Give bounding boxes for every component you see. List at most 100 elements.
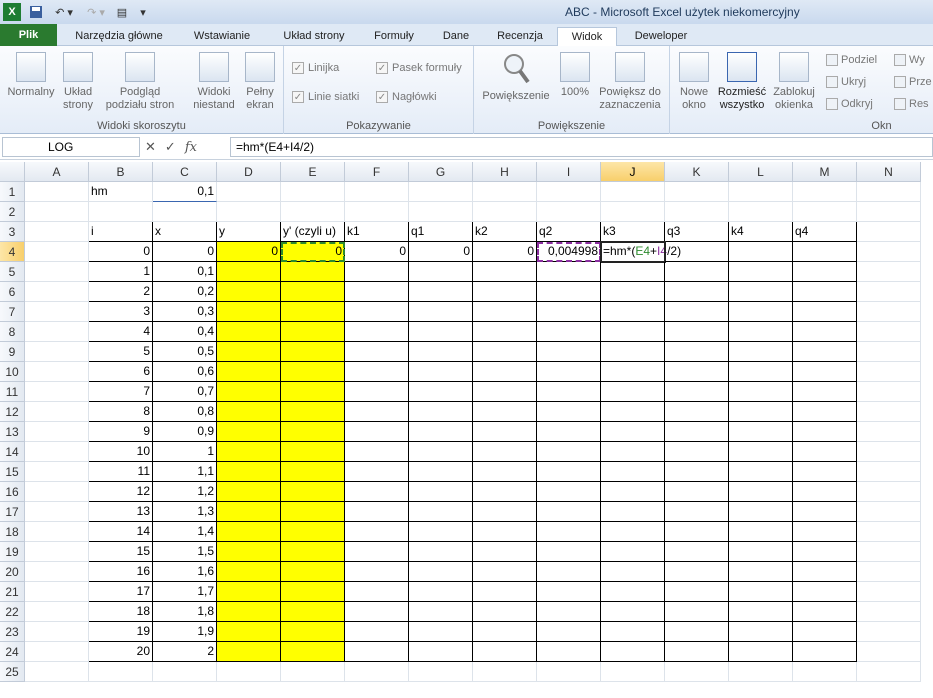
cell-j22[interactable] xyxy=(601,602,665,622)
tab-insert[interactable]: Wstawianie xyxy=(182,27,262,46)
tab-view[interactable]: Widok xyxy=(557,27,617,46)
cell-e1[interactable] xyxy=(281,182,345,202)
cell-i14[interactable] xyxy=(537,442,601,462)
cell-f24[interactable] xyxy=(345,642,409,662)
cell-b23[interactable]: 19 xyxy=(89,622,153,642)
cell-a1[interactable] xyxy=(25,182,89,202)
cell-c1[interactable]: 0,1 xyxy=(153,182,217,202)
cell-g9[interactable] xyxy=(409,342,473,362)
cell-d19[interactable] xyxy=(217,542,281,562)
cell-h22[interactable] xyxy=(473,602,537,622)
cell-b1[interactable]: hm xyxy=(89,182,153,202)
cell-g21[interactable] xyxy=(409,582,473,602)
cell-e10[interactable] xyxy=(281,362,345,382)
cell-h9[interactable] xyxy=(473,342,537,362)
cell-g22[interactable] xyxy=(409,602,473,622)
cell-h10[interactable] xyxy=(473,362,537,382)
cell-m13[interactable] xyxy=(793,422,857,442)
cell-f12[interactable] xyxy=(345,402,409,422)
cell-m22[interactable] xyxy=(793,602,857,622)
cell-j2[interactable] xyxy=(601,202,665,222)
column-header-c[interactable]: C xyxy=(153,162,217,182)
cell-b7[interactable]: 3 xyxy=(89,302,153,322)
save-icon[interactable] xyxy=(28,3,44,21)
cell-c17[interactable]: 1,3 xyxy=(153,502,217,522)
cell-c14[interactable]: 1 xyxy=(153,442,217,462)
cell-g17[interactable] xyxy=(409,502,473,522)
column-header-d[interactable]: D xyxy=(217,162,281,182)
cell-b24[interactable]: 20 xyxy=(89,642,153,662)
cell-l10[interactable] xyxy=(729,362,793,382)
cell-k3[interactable]: q3 xyxy=(665,222,729,242)
row-header-13[interactable]: 13 xyxy=(0,422,25,442)
row-header-21[interactable]: 21 xyxy=(0,582,25,602)
cell-m15[interactable] xyxy=(793,462,857,482)
cell-j7[interactable] xyxy=(601,302,665,322)
insert-function-icon[interactable]: fx xyxy=(185,140,197,155)
zoom-button[interactable]: Powiększenie xyxy=(480,52,552,103)
cell-n10[interactable] xyxy=(857,362,921,382)
cell-i12[interactable] xyxy=(537,402,601,422)
redo-icon[interactable]: ↷ ▾ xyxy=(82,3,110,21)
cell-j12[interactable] xyxy=(601,402,665,422)
cell-n21[interactable] xyxy=(857,582,921,602)
cell-k2[interactable] xyxy=(665,202,729,222)
cell-h2[interactable] xyxy=(473,202,537,222)
row-header-12[interactable]: 12 xyxy=(0,402,25,422)
cell-m8[interactable] xyxy=(793,322,857,342)
cell-a25[interactable] xyxy=(25,662,89,682)
cell-f5[interactable] xyxy=(345,262,409,282)
tab-file[interactable]: Plik xyxy=(0,24,57,46)
formula-input[interactable]: =hm*(E4+I4/2) xyxy=(230,137,933,157)
cell-i20[interactable] xyxy=(537,562,601,582)
cell-n25[interactable] xyxy=(857,662,921,682)
cell-m24[interactable] xyxy=(793,642,857,662)
cell-h15[interactable] xyxy=(473,462,537,482)
cell-n18[interactable] xyxy=(857,522,921,542)
cell-g23[interactable] xyxy=(409,622,473,642)
cell-g4[interactable]: 0 xyxy=(409,242,473,262)
cell-m1[interactable] xyxy=(793,182,857,202)
cell-k12[interactable] xyxy=(665,402,729,422)
cell-a8[interactable] xyxy=(25,322,89,342)
form-icon[interactable]: ▤ xyxy=(113,3,131,21)
cell-f1[interactable] xyxy=(345,182,409,202)
cell-b14[interactable]: 10 xyxy=(89,442,153,462)
cell-j24[interactable] xyxy=(601,642,665,662)
cell-h14[interactable] xyxy=(473,442,537,462)
cell-a12[interactable] xyxy=(25,402,89,422)
cell-n14[interactable] xyxy=(857,442,921,462)
cell-n22[interactable] xyxy=(857,602,921,622)
cell-l12[interactable] xyxy=(729,402,793,422)
row-header-23[interactable]: 23 xyxy=(0,622,25,642)
cell-j4[interactable]: =hm*(E4+I4/2) xyxy=(600,241,681,263)
cell-g8[interactable] xyxy=(409,322,473,342)
cell-a14[interactable] xyxy=(25,442,89,462)
split-button[interactable]: Podziel xyxy=(826,54,877,66)
new-window-button[interactable]: Nowe okno xyxy=(672,52,716,112)
row-header-24[interactable]: 24 xyxy=(0,642,25,662)
arrange-all-button[interactable]: Rozmieść wszystko xyxy=(716,52,768,112)
cell-h24[interactable] xyxy=(473,642,537,662)
tab-data[interactable]: Dane xyxy=(434,27,478,46)
zoom-to-selection-button[interactable]: Powiększ do zaznaczenia xyxy=(594,52,666,112)
cell-a3[interactable] xyxy=(25,222,89,242)
zoom-100-button[interactable]: 100% xyxy=(558,52,592,99)
formula-bar-checkbox[interactable]: ✓ Pasek formuły xyxy=(376,62,462,74)
cell-i5[interactable] xyxy=(537,262,601,282)
cell-m9[interactable] xyxy=(793,342,857,362)
cell-m17[interactable] xyxy=(793,502,857,522)
cell-b10[interactable]: 6 xyxy=(89,362,153,382)
cell-a7[interactable] xyxy=(25,302,89,322)
cell-d6[interactable] xyxy=(217,282,281,302)
row-header-15[interactable]: 15 xyxy=(0,462,25,482)
cell-e22[interactable] xyxy=(281,602,345,622)
cell-i15[interactable] xyxy=(537,462,601,482)
cell-l19[interactable] xyxy=(729,542,793,562)
cell-c16[interactable]: 1,2 xyxy=(153,482,217,502)
custom-views-button[interactable]: Widoki niestand xyxy=(188,52,240,112)
row-header-14[interactable]: 14 xyxy=(0,442,25,462)
cell-m6[interactable] xyxy=(793,282,857,302)
cell-f21[interactable] xyxy=(345,582,409,602)
cell-j23[interactable] xyxy=(601,622,665,642)
